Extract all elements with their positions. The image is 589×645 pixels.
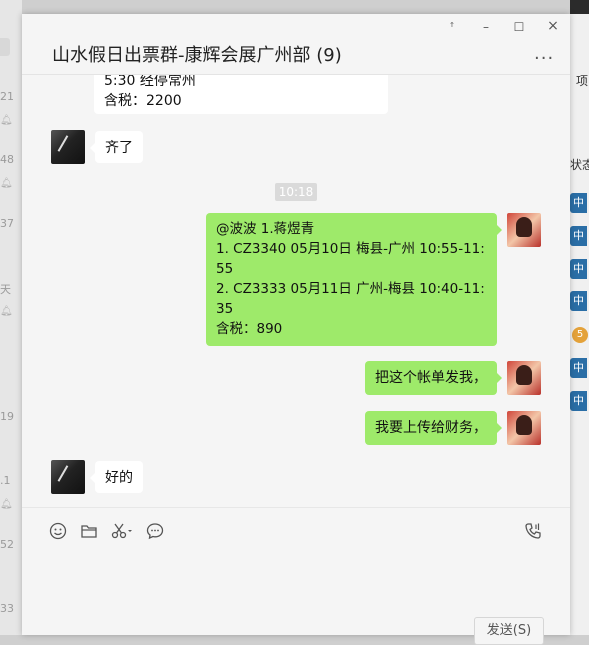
avatar[interactable] [507, 411, 541, 445]
message-line: @波波 1.蒋煜青 [216, 221, 315, 237]
message-text: 齐了 [105, 140, 133, 156]
status-badge: 中 [570, 193, 587, 213]
message-text: 把这个帐单发我， [375, 370, 487, 386]
message-line: 55 [216, 261, 234, 277]
message-bubble: 好的 [90, 461, 143, 493]
list-time: 48 [0, 153, 14, 166]
mute-bell-icon: 🔔︎ [0, 499, 13, 510]
mute-bell-icon: 🔔︎ [0, 115, 13, 126]
orange-badge: 5 [572, 327, 588, 343]
list-time: 19 [0, 410, 14, 423]
message-line: 含税：2200 [104, 93, 182, 109]
background-contact-list: 21 🔔︎ 48 🔔︎ 37 天 🔔︎ 19 .1 🔔︎ 52 33 [0, 0, 22, 635]
pin-icon[interactable]: ꜛ [443, 20, 461, 34]
message-bubble: 齐了 [90, 131, 143, 163]
status-badge: 中 [570, 291, 587, 311]
scissors-icon[interactable] [110, 522, 134, 545]
list-time: 天 [0, 283, 11, 296]
chat-header: 山水假日出票群-康辉会展广州部 (9) ꜛ – ☐ × ··· [22, 14, 570, 75]
message-text: 好的 [105, 470, 133, 486]
maximize-button[interactable]: ☐ [510, 20, 528, 34]
minimize-button[interactable]: – [477, 20, 495, 34]
status-badge: 中 [570, 391, 587, 411]
more-options-icon[interactable]: ··· [534, 48, 554, 69]
input-toolbar [22, 507, 570, 556]
list-time: 21 [0, 90, 14, 103]
chat-history-icon[interactable] [146, 522, 164, 545]
avatar[interactable] [51, 130, 85, 164]
list-tag [0, 38, 10, 56]
chat-window: 山水假日出票群-康辉会展广州部 (9) ꜛ – ☐ × ··· 5:30 经停常… [22, 14, 570, 645]
status-badge: 中 [570, 259, 587, 279]
message-line: 含税：890 [216, 321, 283, 337]
message-list: 5:30 经停常州 含税：2200 齐了 10:18 @波波 1.蒋煜青 1. … [22, 75, 570, 507]
chat-title: 山水假日出票群-康辉会展广州部 (9) [52, 45, 342, 66]
mute-bell-icon: 🔔︎ [0, 178, 13, 189]
message-line: 5:30 经停常州 [104, 75, 196, 89]
message-input[interactable] [22, 556, 570, 616]
avatar[interactable] [507, 213, 541, 247]
background-app-panel: 项 状态 中 中 中 中 5 中 中 [570, 0, 589, 635]
message-bubble: 把这个帐单发我， [365, 361, 502, 395]
close-button[interactable]: × [544, 18, 562, 34]
send-button[interactable]: 发送(S) [474, 617, 544, 645]
status-badge: 中 [570, 358, 587, 378]
background-text: 项 [576, 74, 589, 88]
voice-call-icon[interactable] [524, 522, 542, 545]
message-line: 35 [216, 301, 234, 317]
status-badge: 中 [570, 226, 587, 246]
list-time: .1 [0, 474, 11, 487]
message-bubble: @波波 1.蒋煜青 1. CZ3340 05月10日 梅县-广州 10:55-1… [206, 213, 502, 346]
background-text: 状态 [570, 158, 589, 172]
avatar[interactable] [51, 460, 85, 494]
background-topbar [570, 0, 589, 14]
list-time: 37 [0, 217, 14, 230]
message-text: 我要上传给财务， [375, 420, 487, 436]
message-bubble: 5:30 经停常州 含税：2200 [94, 75, 388, 114]
message-line: 2. CZ3333 05月11日 广州-梅县 10:40-11: [216, 281, 485, 297]
list-time: 52 [0, 538, 14, 551]
list-time: 33 [0, 602, 14, 615]
message-line: 1. CZ3340 05月10日 梅县-广州 10:55-11: [216, 241, 485, 257]
emoji-icon[interactable] [49, 522, 67, 545]
mute-bell-icon: 🔔︎ [0, 306, 13, 317]
message-timestamp: 10:18 [275, 183, 317, 201]
avatar[interactable] [507, 361, 541, 395]
message-bubble: 我要上传给财务， [365, 411, 502, 445]
folder-icon[interactable] [80, 522, 98, 545]
